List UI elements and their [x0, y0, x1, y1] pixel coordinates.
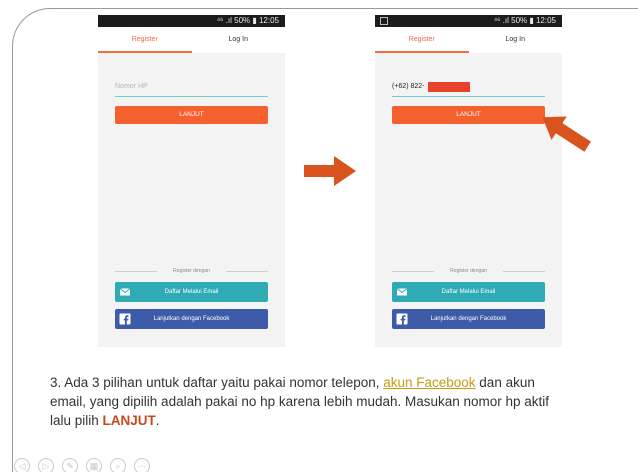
email-register-label: Daftar Melalui Email	[441, 289, 496, 295]
facebook-register-label: Lanjutkan dengan Facebook	[430, 316, 507, 322]
envelope-icon	[119, 288, 131, 296]
phone-number-input[interactable]: Nomor HP	[115, 81, 268, 97]
register-form: Nomor HP LANJUT Register dengan Daftar M…	[98, 53, 285, 347]
divider-line	[503, 271, 545, 272]
email-register-button[interactable]: Daftar Melalui Email	[392, 282, 545, 302]
divider-line	[226, 271, 268, 272]
more-icon[interactable]: ⋯	[134, 458, 150, 472]
caption-text: .	[155, 413, 160, 428]
instruction-caption: 3. Ada 3 pilihan untuk daftar yaitu paka…	[50, 373, 570, 430]
slides-icon[interactable]: ▦	[86, 458, 102, 472]
phone-screen-after: ⁴⁶ .ıl 50% ▮ 12:05 Register Log In (+62)…	[375, 15, 562, 347]
facebook-register-label: Lanjutkan dengan Facebook	[153, 316, 230, 322]
caption-text: 3. Ada 3 pilihan untuk daftar yaitu paka…	[50, 375, 384, 390]
status-text: ⁴⁶ .ıl 50% ▮ 12:05	[216, 16, 279, 25]
facebook-icon	[119, 313, 131, 325]
tab-register[interactable]: Register	[98, 27, 192, 53]
tab-bar: Register Log In	[98, 27, 285, 53]
register-with-divider: Register dengan	[115, 267, 268, 275]
facebook-register-button[interactable]: Lanjutkan dengan Facebook	[115, 309, 268, 329]
status-bar: ⁴⁶ .ıl 50% ▮ 12:05	[98, 15, 285, 27]
phone-number-input[interactable]: (+62) 822-	[392, 81, 545, 97]
play-icon[interactable]: ▷	[38, 458, 54, 472]
notification-icon	[380, 17, 388, 25]
email-register-label: Daftar Melalui Email	[164, 289, 219, 295]
pen-icon[interactable]: ✎	[62, 458, 78, 472]
previous-icon[interactable]: ◁	[14, 458, 30, 472]
register-form: (+62) 822- LANJUT Register dengan Daftar…	[375, 53, 562, 347]
facebook-link[interactable]: akun Facebook	[383, 375, 475, 390]
tab-register[interactable]: Register	[375, 27, 469, 53]
facebook-icon	[396, 313, 408, 325]
tab-login[interactable]: Log In	[469, 27, 563, 53]
phone-screen-before: ⁴⁶ .ıl 50% ▮ 12:05 Register Log In Nomor…	[98, 15, 285, 347]
tab-login[interactable]: Log In	[192, 27, 286, 53]
continue-button[interactable]: LANJUT	[392, 106, 545, 124]
pointer-arrow-icon	[542, 116, 591, 152]
status-bar: ⁴⁶ .ıl 50% ▮ 12:05	[375, 15, 562, 27]
right-arrow-icon	[304, 156, 356, 186]
zoom-icon[interactable]: ⌕	[110, 458, 126, 472]
email-register-button[interactable]: Daftar Melalui Email	[115, 282, 268, 302]
status-text: ⁴⁶ .ıl 50% ▮ 12:05	[493, 16, 556, 25]
facebook-register-button[interactable]: Lanjutkan dengan Facebook	[392, 309, 545, 329]
envelope-icon	[396, 288, 408, 296]
tab-bar: Register Log In	[375, 27, 562, 53]
redaction-box	[428, 82, 470, 92]
register-with-divider: Register dengan	[392, 267, 545, 275]
phone-number-value: (+62) 822-	[392, 83, 425, 90]
caption-emphasis: LANJUT	[102, 413, 156, 428]
continue-button[interactable]: LANJUT	[115, 106, 268, 124]
phone-number-placeholder: Nomor HP	[115, 83, 148, 90]
